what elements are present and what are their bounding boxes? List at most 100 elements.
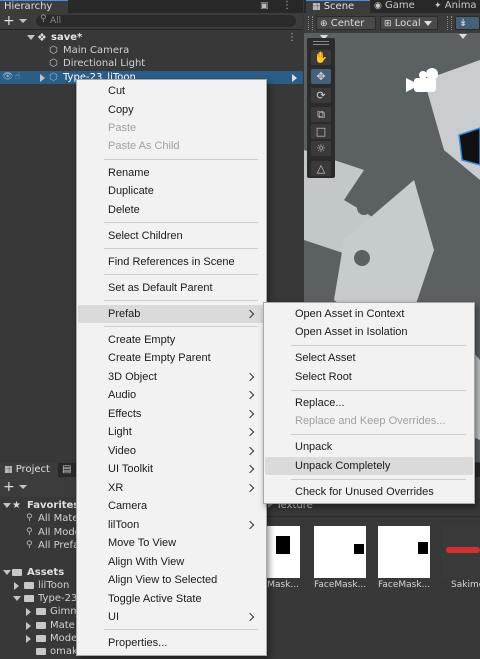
menu-item-paste-as-child[interactable]: Paste As Child	[78, 137, 265, 155]
gameobject-icon: ⬡	[49, 58, 58, 69]
submenu-arrow-icon	[245, 446, 255, 456]
menu-item-label: Light	[108, 426, 132, 438]
lock-icon[interactable]: ▣	[260, 1, 269, 11]
menu-item-check-unused-overrides[interactable]: Check for Unused Overrides	[265, 483, 473, 501]
menu-item-liltoon[interactable]: lilToon	[78, 516, 265, 534]
menu-item-open-asset-in-context[interactable]: Open Asset in Context	[265, 305, 473, 323]
asset-thumbnail[interactable]	[442, 526, 480, 578]
menu-item-replace[interactable]: Replace...	[265, 394, 473, 412]
asset-thumbnail-label: FaceMask...	[378, 580, 431, 590]
menu-item-move-to-view[interactable]: Move To View	[78, 534, 265, 552]
menu-item-create-empty-parent[interactable]: Create Empty Parent	[78, 349, 265, 367]
expand-icon	[26, 608, 31, 616]
menu-item-copy[interactable]: Copy	[78, 101, 265, 119]
hand-tool-icon[interactable]: ✋	[311, 50, 331, 65]
tab-animator[interactable]: ✦ Anima	[434, 0, 477, 12]
unity-scene-icon: ❖	[37, 31, 47, 44]
tab-console[interactable]: ▤	[62, 463, 72, 477]
scale-tool-icon[interactable]: ⧉	[311, 107, 331, 122]
menu-item-light[interactable]: Light	[78, 423, 265, 441]
submenu-arrow-icon	[245, 427, 255, 437]
custom-tool-icon[interactable]: △	[311, 161, 331, 176]
menu-item-paste[interactable]: Paste	[78, 119, 265, 137]
menu-item-select-root[interactable]: Select Root	[265, 368, 473, 386]
assets-label: Assets	[27, 567, 65, 578]
open-prefab-arrow-icon[interactable]	[292, 74, 297, 82]
menu-item-unpack-completely[interactable]: Unpack Completely	[265, 457, 473, 475]
hierarchy-search-input[interactable]: ⚲ All	[36, 14, 296, 27]
menu-item-rename[interactable]: Rename	[78, 164, 265, 182]
scene-shape	[357, 201, 371, 215]
menu-item-3d-object[interactable]: 3D Object	[78, 368, 265, 386]
menu-separator	[291, 434, 466, 435]
menu-item-audio[interactable]: Audio	[78, 386, 265, 404]
toolbar-grip-icon	[308, 16, 313, 30]
asset-thumbnail[interactable]	[378, 526, 430, 578]
add-object-button[interactable]: +	[3, 14, 28, 28]
menu-item-select-children[interactable]: Select Children	[78, 227, 265, 245]
menu-item-label: XR	[108, 482, 124, 494]
menu-item-create-empty[interactable]: Create Empty	[78, 331, 265, 349]
submenu-arrow-icon	[245, 464, 255, 474]
menu-item-find-references[interactable]: Find References in Scene	[78, 253, 265, 271]
menu-item-align-with-view[interactable]: Align With View	[78, 553, 265, 571]
menu-item-prefab[interactable]: Prefab	[78, 305, 265, 323]
folder-label: Type-23	[38, 593, 78, 604]
folder-icon	[36, 608, 46, 615]
menu-item-unpack[interactable]: Unpack	[265, 438, 473, 456]
menu-item-open-asset-in-isolation[interactable]: Open Asset in Isolation	[265, 323, 473, 341]
menu-item-video[interactable]: Video	[78, 442, 265, 460]
star-icon: ★	[12, 500, 21, 511]
menu-item-xr[interactable]: XR	[78, 479, 265, 497]
menu-item-camera[interactable]: Camera	[78, 497, 265, 515]
mask-shape	[418, 542, 428, 554]
menu-separator	[104, 629, 258, 630]
favorites-item-label: All Mate	[38, 513, 79, 524]
space-local-dropdown[interactable]: ⊞ Local	[380, 16, 438, 30]
scene-row[interactable]: ❖ save* ⋮	[0, 31, 303, 44]
scene-menu-icon[interactable]: ⋮	[287, 31, 297, 44]
search-icon: ⚲	[40, 14, 47, 24]
submenu-arrow-icon	[245, 612, 255, 622]
scene-tabbar: ▦ Scene ◉ Game ✦ Anima	[304, 0, 480, 13]
tab-hierarchy[interactable]: Hierarchy	[0, 0, 68, 13]
menu-item-delete[interactable]: Delete	[78, 201, 265, 219]
pivot-center-dropdown[interactable]: ⊕ Center	[316, 16, 376, 40]
favorites-item-label: All Mode	[38, 527, 81, 538]
menu-item-replace-keep-overrides[interactable]: Replace and Keep Overrides...	[265, 412, 473, 430]
selected-object-outline	[458, 127, 480, 166]
gamepad-icon: ◉	[374, 1, 382, 11]
folder-label: Mate	[50, 620, 75, 631]
tab-project[interactable]: ▦ Project	[0, 463, 58, 477]
hierarchy-item[interactable]: ⬡ Directional Light	[0, 57, 303, 70]
menu-separator	[104, 274, 258, 275]
menu-item-properties[interactable]: Properties...	[78, 634, 265, 652]
menu-item-set-default-parent[interactable]: Set as Default Parent	[78, 279, 265, 297]
menu-item-align-view-to-selected[interactable]: Align View to Selected	[78, 571, 265, 589]
menu-item-toggle-active-state[interactable]: Toggle Active State	[78, 590, 265, 608]
pick-hand-icon[interactable]: ☝	[15, 71, 20, 84]
panel-menu-icon[interactable]: ⋮	[282, 0, 292, 11]
menu-item-select-asset[interactable]: Select Asset	[265, 349, 473, 367]
folder-label: lilToon	[38, 580, 70, 591]
menu-item-effects[interactable]: Effects	[78, 405, 265, 423]
transform-tool-icon[interactable]: ☼	[311, 141, 331, 156]
tab-scene[interactable]: ▦ Scene	[306, 0, 370, 13]
move-tool-icon[interactable]: ✥	[311, 69, 331, 84]
tab-game[interactable]: ◉ Game	[374, 0, 415, 12]
menu-item-ui[interactable]: UI	[78, 608, 265, 626]
rect-tool-icon[interactable]: □	[311, 124, 331, 139]
menu-item-label: Video	[108, 445, 136, 457]
project-add-button[interactable]: +	[3, 480, 28, 494]
menu-item-duplicate[interactable]: Duplicate	[78, 182, 265, 200]
hierarchy-item[interactable]: ⬡ Main Camera	[0, 44, 303, 57]
asset-thumbnail[interactable]	[314, 526, 366, 578]
menu-item-ui-toolkit[interactable]: UI Toolkit	[78, 460, 265, 478]
menu-item-cut[interactable]: Cut	[78, 82, 265, 100]
expand-icon	[13, 596, 21, 601]
rotate-tool-icon[interactable]: ⟳	[311, 88, 331, 103]
visibility-eye-icon[interactable]: 👁	[2, 71, 13, 84]
menu-item-label: lilToon	[108, 519, 140, 531]
snap-settings-button[interactable]: ↡	[455, 16, 480, 39]
overlay-grip-icon	[313, 41, 329, 45]
